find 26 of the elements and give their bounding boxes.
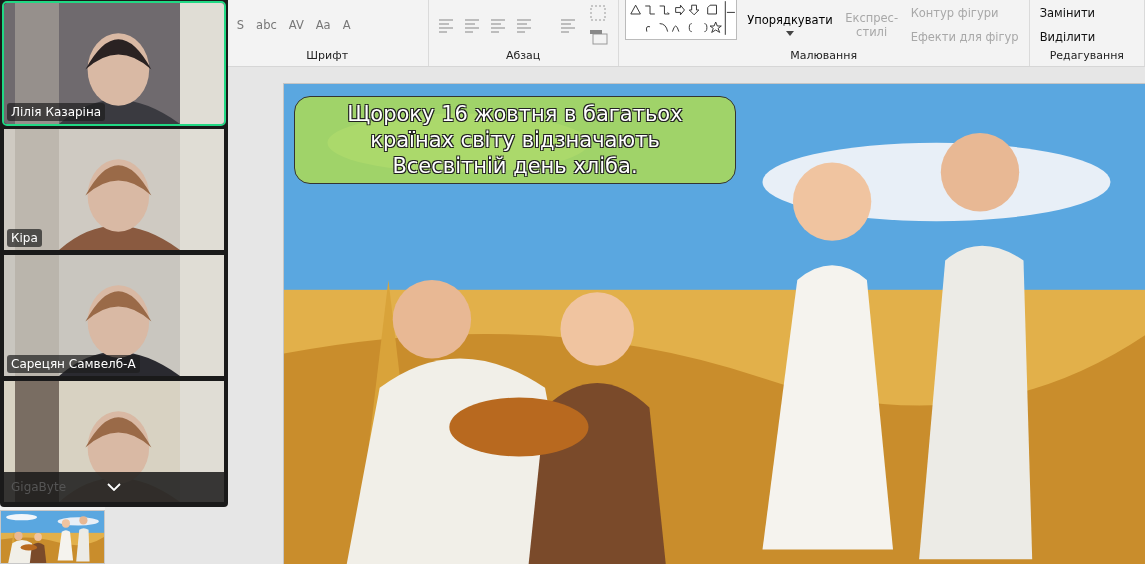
group-label: Редагування bbox=[1048, 49, 1125, 64]
format-button[interactable]: A bbox=[340, 15, 353, 34]
group-label: Абзац bbox=[504, 49, 542, 64]
arrange-button[interactable]: Упорядкувати bbox=[745, 11, 835, 38]
participant-name: Лілія Казаріна bbox=[7, 103, 106, 121]
video-tile[interactable]: Лілія Казаріна bbox=[2, 1, 226, 126]
format-button[interactable]: AV bbox=[286, 15, 306, 34]
group-label: Шрифт bbox=[305, 49, 350, 64]
participant-name: Кіра bbox=[7, 229, 42, 247]
chevron-down-icon[interactable] bbox=[107, 483, 121, 491]
video-tile[interactable]: Кіра bbox=[2, 127, 226, 252]
align-icon[interactable] bbox=[462, 16, 481, 33]
shapes-gallery-icon[interactable] bbox=[624, 0, 738, 40]
format-button[interactable]: Aa bbox=[313, 15, 333, 34]
participant-name: Сарецян Самвелб-А bbox=[7, 355, 140, 373]
video-tile[interactable]: Сарецян Самвелб-А bbox=[2, 253, 226, 378]
format-button[interactable]: S bbox=[234, 15, 247, 34]
align-icon[interactable] bbox=[488, 16, 507, 33]
edit-command[interactable]: Виділити bbox=[1037, 27, 1098, 46]
format-button[interactable]: abc bbox=[254, 15, 279, 34]
slide-caption: Щороку 16 жовтня в багатьох країнах світу відзначають Всесвітній день хліба. bbox=[294, 96, 736, 184]
align-icon[interactable] bbox=[514, 16, 533, 33]
edit-command[interactable]: Замінити bbox=[1037, 3, 1098, 22]
group-label: Малювання bbox=[789, 49, 858, 64]
caret-icon bbox=[785, 31, 794, 36]
align-icon[interactable] bbox=[436, 16, 455, 33]
